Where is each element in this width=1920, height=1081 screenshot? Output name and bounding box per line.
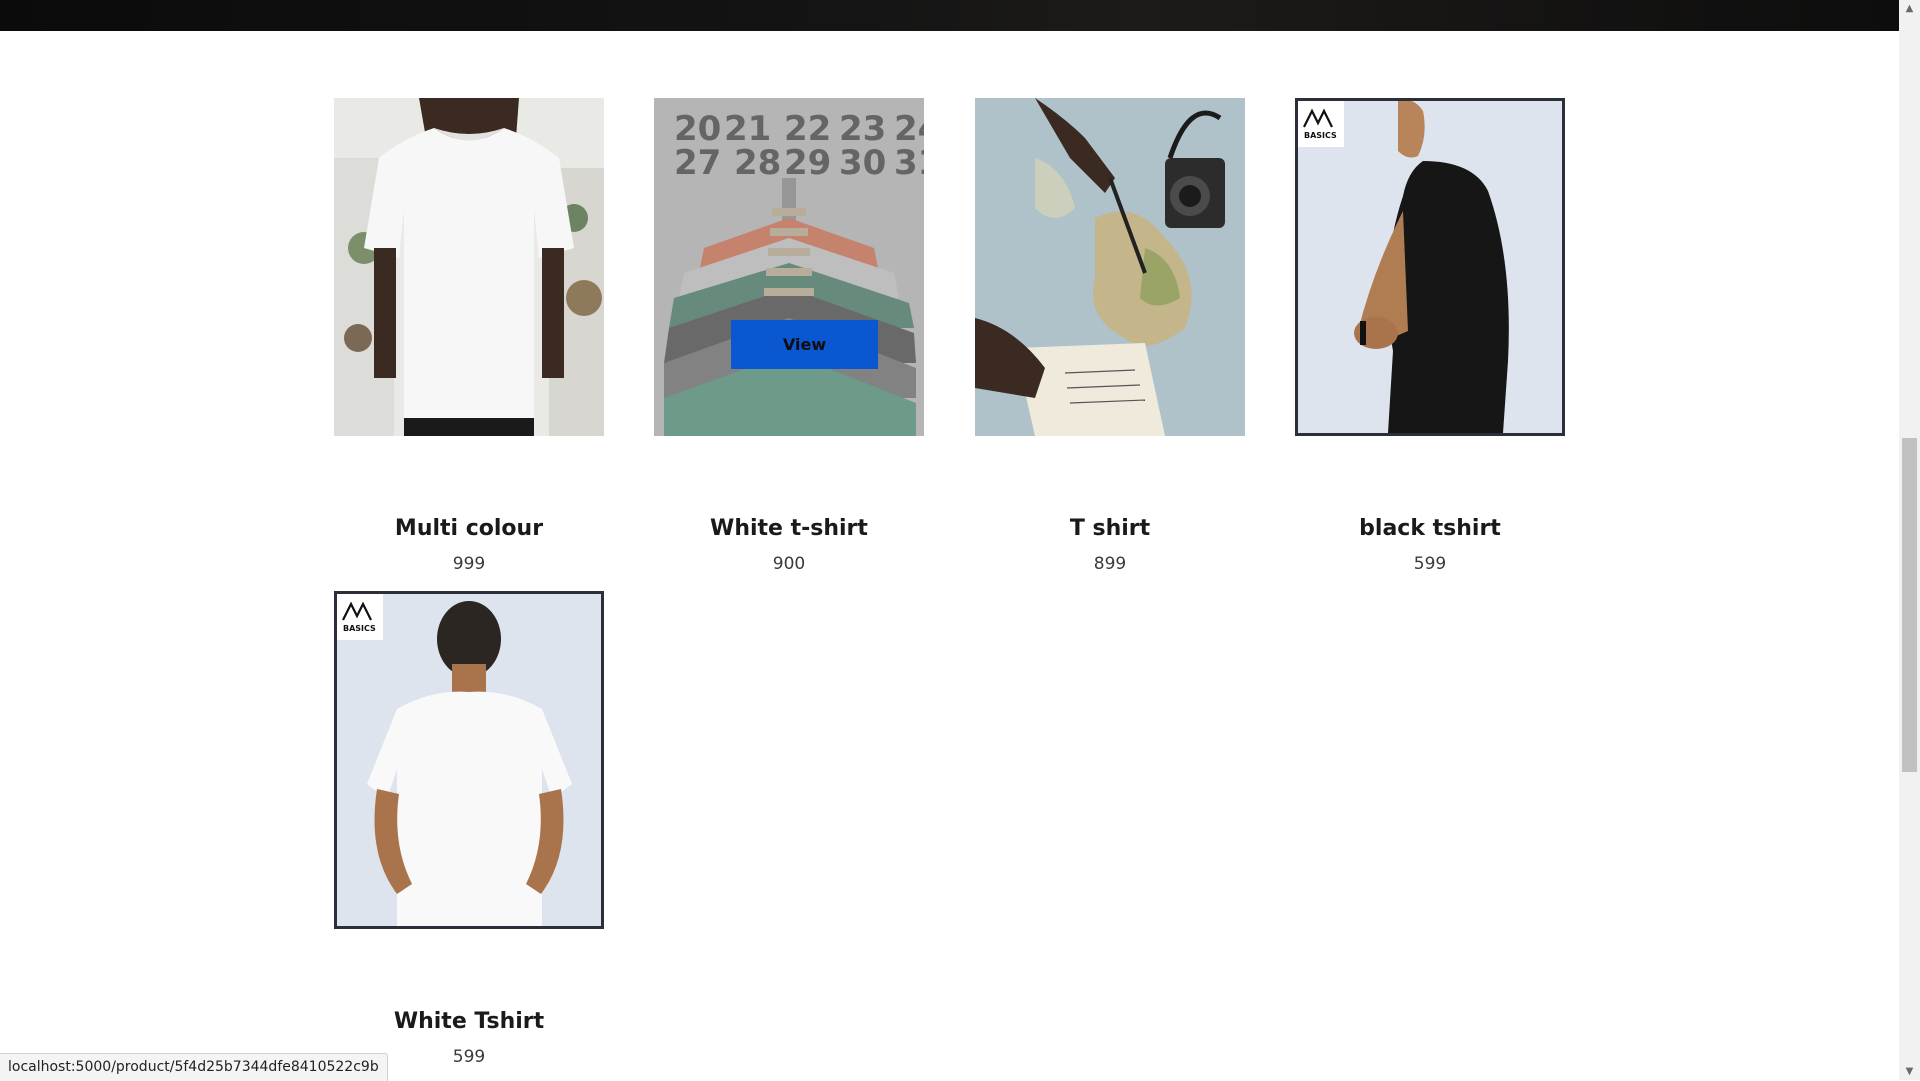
product-title[interactable]: T shirt	[975, 516, 1245, 541]
product-image[interactable]: BASICS	[1295, 98, 1565, 436]
link-status-bar: localhost:5000/product/5f4d25b7344dfe841…	[0, 1053, 388, 1081]
scroll-down-arrow-icon[interactable]: ▼	[1899, 1063, 1920, 1080]
product-image[interactable]: BASICS	[334, 591, 604, 929]
svg-text:BASICS: BASICS	[1304, 131, 1337, 140]
product-title[interactable]: White Tshirt	[334, 1009, 604, 1034]
scroll-up-arrow-icon[interactable]: ▲	[1899, 0, 1920, 17]
map-camera-photo-icon	[975, 98, 1245, 436]
product-title[interactable]: White t-shirt	[654, 516, 924, 541]
product-image[interactable]: 20 21 22 23 24 27 28 29 30 31	[654, 98, 924, 436]
vertical-scrollbar[interactable]: ▲ ▼	[1899, 0, 1920, 1080]
white-tshirt-front-photo-icon	[334, 98, 604, 436]
product-title[interactable]: Multi colour	[334, 516, 604, 541]
hover-overlay	[654, 98, 924, 436]
basics-logo: BASICS	[337, 594, 383, 640]
product-price: 999	[452, 554, 486, 574]
black-tshirt-side-photo-icon: BASICS	[1298, 101, 1562, 433]
white-tshirt-back-photo-icon: BASICS	[337, 594, 601, 926]
scroll-thumb[interactable]	[1902, 438, 1917, 772]
header-bar	[0, 0, 1899, 31]
product-price: 900	[772, 554, 806, 574]
product-image[interactable]	[975, 98, 1245, 436]
product-image[interactable]	[334, 98, 604, 436]
product-price: 899	[1093, 554, 1127, 574]
svg-text:BASICS: BASICS	[343, 624, 376, 633]
basics-logo: BASICS	[1298, 101, 1344, 147]
product-price: 599	[1413, 554, 1447, 574]
view-button[interactable]: View	[731, 320, 878, 369]
product-title[interactable]: black tshirt	[1295, 516, 1565, 541]
